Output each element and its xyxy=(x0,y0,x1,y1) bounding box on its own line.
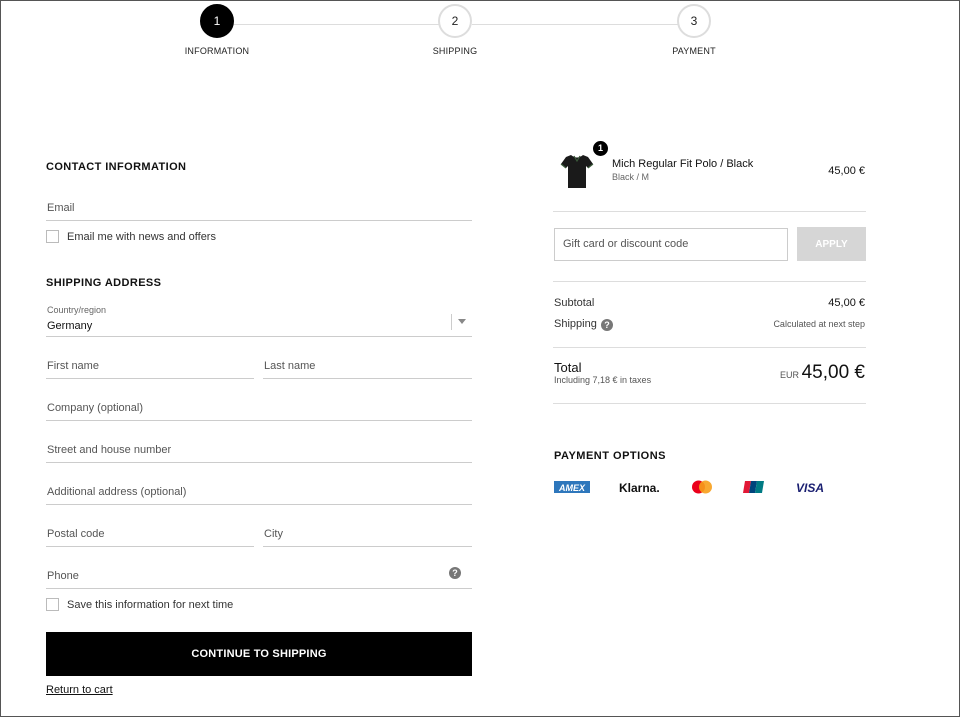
first-name-field[interactable]: First name xyxy=(46,349,254,379)
first-name-placeholder: First name xyxy=(47,360,99,372)
phone-field[interactable]: Phone xyxy=(46,559,472,589)
discount-code-input[interactable]: Gift card or discount code xyxy=(554,228,788,261)
help-icon[interactable]: ? xyxy=(449,567,461,579)
product-variant: Black / M xyxy=(612,172,650,182)
klarna-icon: Klarna. xyxy=(619,481,660,495)
newsletter-option[interactable]: Email me with news and offers xyxy=(46,230,216,243)
contact-section-title: CONTACT INFORMATION xyxy=(46,161,187,173)
discount-placeholder: Gift card or discount code xyxy=(563,238,689,250)
klarna-text: Klarna. xyxy=(619,481,660,495)
visa-icon: VISA xyxy=(796,481,824,495)
step-number: 1 xyxy=(200,4,234,38)
divider xyxy=(553,347,866,348)
step-number: 3 xyxy=(677,4,711,38)
step-payment[interactable]: 3 PAYMENT xyxy=(649,4,739,56)
chevron-down-icon xyxy=(458,319,466,324)
polo-shirt-icon xyxy=(560,155,594,188)
checkout-stepper: 1 INFORMATION 2 SHIPPING 3 PAYMENT xyxy=(0,4,960,64)
divider xyxy=(553,211,866,212)
last-name-field[interactable]: Last name xyxy=(263,349,472,379)
email-field[interactable]: Email xyxy=(46,191,472,221)
city-field[interactable]: City xyxy=(263,517,472,547)
tax-note: Including 7,18 € in taxes xyxy=(554,375,652,385)
apply-discount-button[interactable]: APPLY xyxy=(797,227,866,261)
mastercard-icon xyxy=(692,480,712,494)
shipping-label: Shipping xyxy=(554,318,597,330)
unionpay-icon xyxy=(743,481,764,493)
street-field[interactable]: Street and house number xyxy=(46,433,472,463)
shipping-help-icon[interactable]: ? xyxy=(601,319,613,331)
company-placeholder: Company (optional) xyxy=(47,402,143,414)
additional-address-placeholder: Additional address (optional) xyxy=(47,486,187,498)
last-name-placeholder: Last name xyxy=(264,360,316,372)
quantity-badge: 1 xyxy=(593,141,608,156)
save-info-checkbox[interactable] xyxy=(46,598,59,611)
payment-options-title: PAYMENT OPTIONS xyxy=(554,450,667,462)
payment-icons: AMEX Klarna. VISA xyxy=(554,478,844,498)
product-thumbnail xyxy=(560,152,594,190)
company-field[interactable]: Company (optional) xyxy=(46,391,472,421)
step-label: PAYMENT xyxy=(672,46,716,56)
newsletter-checkbox[interactable] xyxy=(46,230,59,243)
step-information[interactable]: 1 INFORMATION xyxy=(172,4,262,56)
country-value: Germany xyxy=(47,320,93,332)
subtotal-value: 45,00 € xyxy=(828,297,865,309)
save-info-label: Save this information for next time xyxy=(67,598,234,611)
step-connector xyxy=(472,24,678,25)
product-name: Mich Regular Fit Polo / Black xyxy=(612,158,754,170)
total-label: Total xyxy=(554,360,582,375)
divider xyxy=(553,281,866,282)
amex-icon: AMEX xyxy=(554,481,590,493)
return-to-cart-link[interactable]: Return to cart xyxy=(46,684,113,696)
step-label: SHIPPING xyxy=(432,46,478,56)
continue-to-shipping-button[interactable]: CONTINUE TO SHIPPING xyxy=(46,632,472,676)
phone-placeholder: Phone xyxy=(47,570,79,582)
visa-text: VISA xyxy=(796,481,824,495)
city-placeholder: City xyxy=(264,528,283,540)
shipping-section-title: SHIPPING ADDRESS xyxy=(46,277,162,289)
select-divider xyxy=(451,314,452,330)
country-label: Country/region xyxy=(47,305,107,315)
total-value: 45,00 € xyxy=(801,362,865,383)
step-number: 2 xyxy=(438,4,472,38)
divider xyxy=(553,403,866,404)
postal-code-field[interactable]: Postal code xyxy=(46,517,254,547)
email-placeholder: Email xyxy=(47,202,75,214)
postal-code-placeholder: Postal code xyxy=(47,528,105,540)
newsletter-label: Email me with news and offers xyxy=(67,230,216,243)
shipping-value: Calculated at next step xyxy=(773,319,865,329)
step-label: INFORMATION xyxy=(184,46,250,56)
step-shipping[interactable]: 2 SHIPPING xyxy=(410,4,500,56)
country-select[interactable]: Country/region Germany xyxy=(46,305,472,337)
subtotal-label: Subtotal xyxy=(554,297,595,309)
product-price: 45,00 € xyxy=(828,165,865,177)
street-placeholder: Street and house number xyxy=(47,444,172,456)
currency-code: EUR xyxy=(780,370,800,380)
additional-address-field[interactable]: Additional address (optional) xyxy=(46,475,472,505)
save-info-option[interactable]: Save this information for next time xyxy=(46,598,233,611)
amex-text: AMEX xyxy=(558,483,586,493)
